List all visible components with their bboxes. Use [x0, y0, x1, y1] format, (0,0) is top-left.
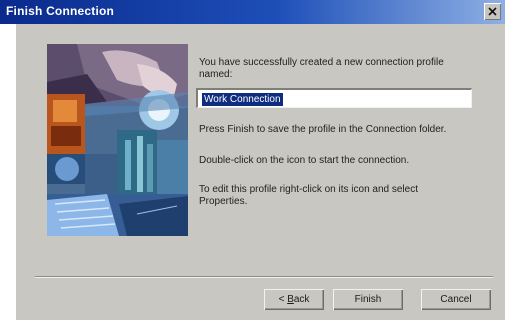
- save-instruction: Press Finish to save the profile in the …: [199, 124, 447, 135]
- button-separator: [35, 276, 493, 278]
- finish-button-label: Finish: [354, 294, 382, 305]
- back-button[interactable]: < Back: [264, 289, 324, 310]
- cancel-button[interactable]: Cancel: [421, 289, 491, 310]
- profile-name-selection[interactable]: Work Connection: [202, 93, 283, 106]
- intro-text: You have successfully created a new conn…: [199, 57, 444, 80]
- edit-instruction: To edit this profile right-click on its …: [199, 184, 418, 207]
- profile-name-field[interactable]: Work Connection: [196, 88, 472, 108]
- finish-button[interactable]: Finish: [333, 289, 403, 310]
- window-title: Finish Connection: [6, 4, 115, 18]
- back-button-rest: ack: [293, 294, 310, 305]
- title-bar[interactable]: Finish Connection: [0, 0, 505, 24]
- finish-connection-dialog: Finish Connection You have successfully …: [0, 0, 505, 320]
- wizard-illustration: [47, 44, 188, 236]
- start-instruction: Double-click on the icon to start the co…: [199, 155, 410, 166]
- cancel-button-label: Cancel: [440, 294, 472, 305]
- wizard-collage-image: [47, 44, 188, 236]
- close-button[interactable]: [484, 3, 501, 20]
- back-button-prefix: <: [278, 294, 288, 305]
- back-button-accelerator: B: [287, 294, 294, 305]
- close-icon: [488, 7, 497, 16]
